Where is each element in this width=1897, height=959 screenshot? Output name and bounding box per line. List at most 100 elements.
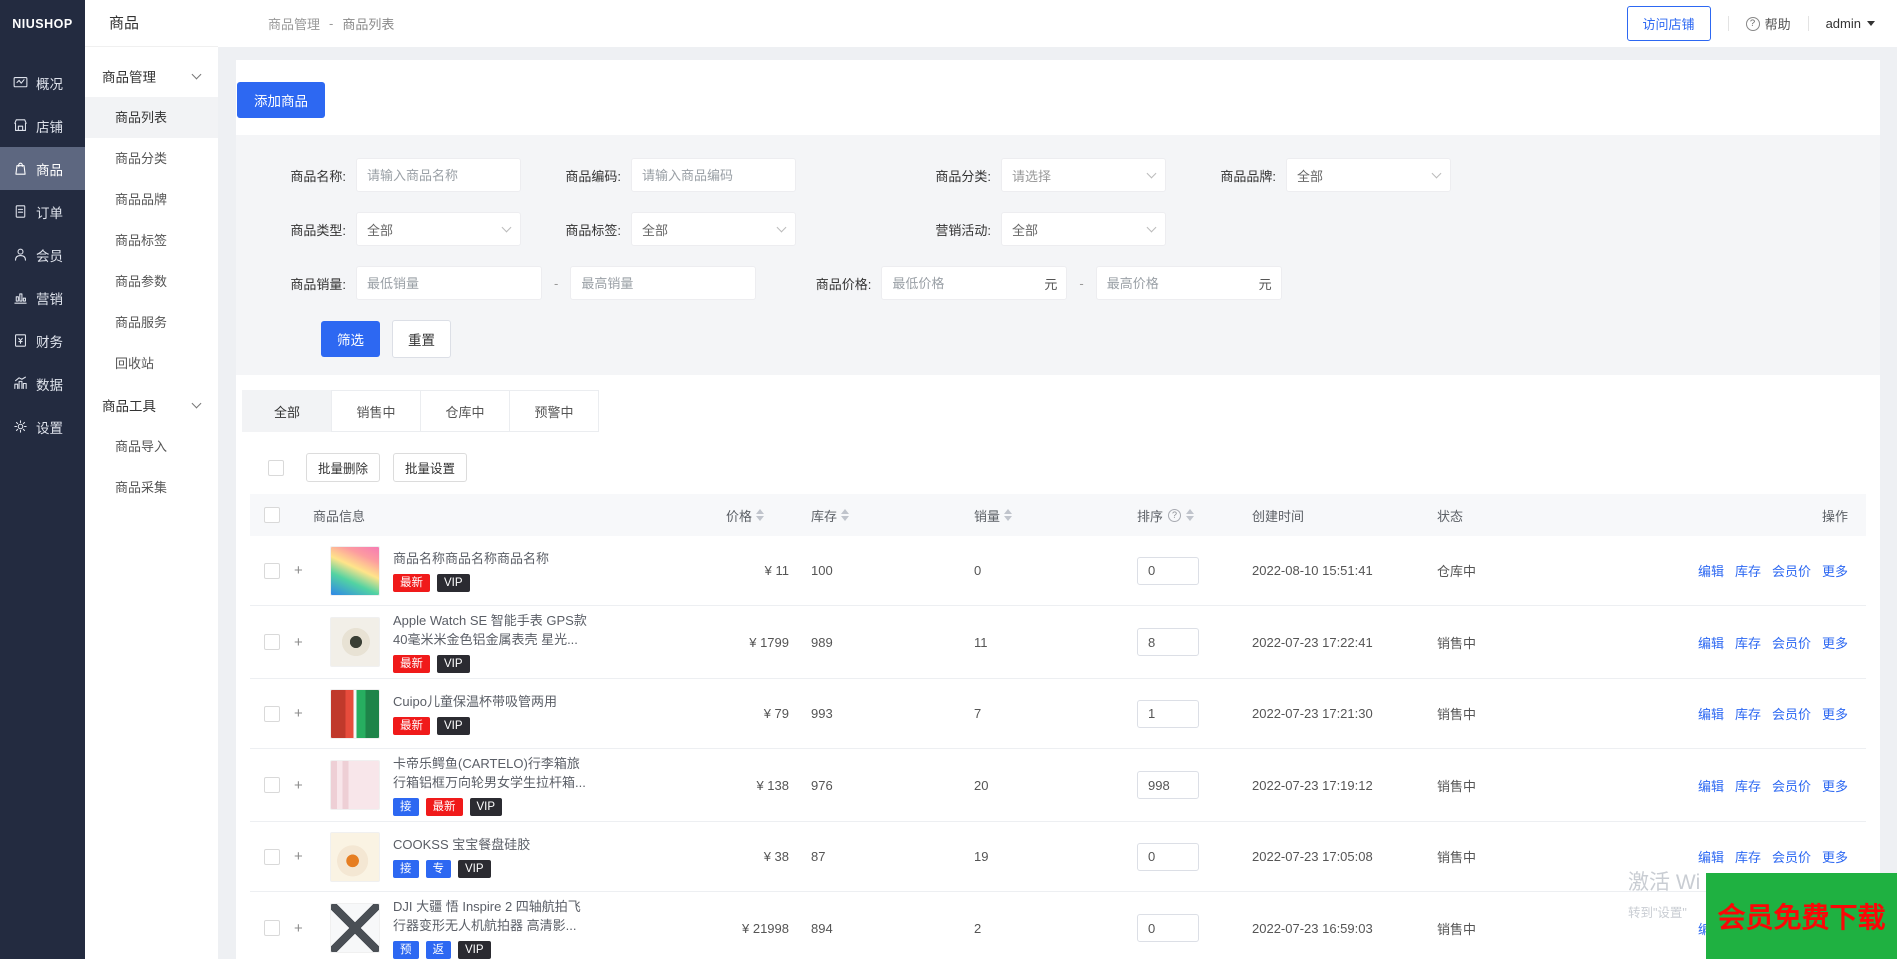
more-link[interactable]: 更多 [1822,847,1848,866]
goods-name-input[interactable] [356,158,521,192]
header-price[interactable]: 价格 [726,506,811,525]
row-expand-button[interactable]: + [294,705,330,722]
more-link[interactable]: 更多 [1822,633,1848,652]
row-expand-button[interactable]: + [294,634,330,651]
member-price-link[interactable]: 会员价 [1772,776,1811,795]
row-checkbox[interactable] [264,777,280,793]
member-price-link[interactable]: 会员价 [1772,561,1811,580]
min-price-input[interactable] [881,266,1068,300]
edit-link[interactable]: 编辑 [1698,704,1724,723]
stock-link[interactable]: 库存 [1735,847,1761,866]
stock-link[interactable]: 库存 [1735,776,1761,795]
batch-set-button[interactable]: 批量设置 [393,453,468,482]
stock-link[interactable]: 库存 [1735,561,1761,580]
stock-link[interactable]: 库存 [1735,633,1761,652]
goods-code-input[interactable] [631,158,796,192]
more-link[interactable]: 更多 [1822,704,1848,723]
sort-input[interactable] [1137,699,1199,728]
sort-input[interactable] [1137,842,1199,871]
min-sales-input[interactable] [356,266,542,300]
menu-item-goods-tag[interactable]: 商品标签 [85,220,218,261]
menu-item-goods-category[interactable]: 商品分类 [85,138,218,179]
visit-shop-button[interactable]: 访问店铺 [1626,6,1711,41]
sidebar-item-settings[interactable]: 设置 [0,405,85,448]
header-sort[interactable]: 排序 ? [1137,506,1252,525]
row-checkbox[interactable] [264,705,280,722]
max-sales-input[interactable] [570,266,757,300]
row-expand-button[interactable]: + [294,562,330,579]
sort-carets-icon[interactable] [1004,509,1013,521]
menu-item-goods-import[interactable]: 商品导入 [85,426,218,467]
menu-group-goods-manage[interactable]: 商品管理 [85,55,218,97]
sort-carets-icon[interactable] [756,509,765,521]
header-checkbox[interactable] [264,507,280,523]
tab-all[interactable]: 全部 [242,390,332,432]
goods-brand-select[interactable]: 全部 [1286,158,1451,192]
select-all-checkbox[interactable] [268,459,284,476]
goods-tag-select[interactable]: 全部 [631,212,796,246]
max-price-input[interactable] [1095,266,1282,300]
sidebar-item-shop[interactable]: 店铺 [0,104,85,147]
help-button[interactable]: ? 帮助 [1745,14,1791,33]
more-link[interactable]: 更多 [1822,561,1848,580]
menu-item-goods-service[interactable]: 商品服务 [85,302,218,343]
row-expand-button[interactable]: + [294,848,330,865]
breadcrumb-section[interactable]: 商品管理 [268,14,320,33]
more-link[interactable]: 更多 [1822,776,1848,795]
sidebar-item-data[interactable]: 数据 [0,362,85,405]
product-name[interactable]: Cuipo儿童保温杯带吸管两用 [393,692,557,711]
menu-item-goods-param[interactable]: 商品参数 [85,261,218,302]
stock-link[interactable]: 库存 [1735,704,1761,723]
goods-type-select[interactable]: 全部 [356,212,521,246]
header-stock[interactable]: 库存 [811,506,974,525]
product-name[interactable]: Apple Watch SE 智能手表 GPS款 40毫米米金色铝金属表壳 星光.… [393,611,587,649]
menu-item-goods-list[interactable]: 商品列表 [85,97,218,138]
sort-input[interactable] [1137,556,1199,585]
filter-reset-button[interactable]: 重置 [392,320,451,358]
row-checkbox[interactable] [264,920,280,936]
row-expand-button[interactable]: + [294,920,330,937]
member-price-link[interactable]: 会员价 [1772,633,1811,652]
filter-submit-button[interactable]: 筛选 [321,321,380,357]
member-download-banner[interactable]: 会员免费下载 [1706,873,1897,959]
edit-link[interactable]: 编辑 [1698,776,1724,795]
sort-carets-icon[interactable] [1186,509,1195,521]
header-sales[interactable]: 销量 [974,506,1137,525]
menu-item-recycle-bin[interactable]: 回收站 [85,343,218,384]
sidebar-item-marketing[interactable]: 营销 [0,276,85,319]
user-menu[interactable]: admin [1826,16,1875,31]
sort-input[interactable] [1137,628,1199,656]
question-circle-icon[interactable]: ? [1168,508,1182,522]
row-expand-button[interactable]: + [294,777,330,794]
sort-carets-icon[interactable] [841,509,850,521]
edit-link[interactable]: 编辑 [1698,561,1724,580]
tab-warning[interactable]: 预警中 [509,390,599,432]
tab-on-sale[interactable]: 销售中 [331,390,421,432]
tab-in-warehouse[interactable]: 仓库中 [420,390,510,432]
row-checkbox[interactable] [264,848,280,865]
product-name[interactable]: 卡帝乐鳄鱼(CARTELO)行李箱旅 行箱铝框万向轮男女学生拉杆箱... [393,754,586,792]
product-name[interactable]: DJI 大疆 悟 Inspire 2 四轴航拍飞 行器变形无人机航拍器 高清影..… [393,897,581,935]
row-checkbox[interactable] [264,634,280,650]
menu-item-goods-collect[interactable]: 商品采集 [85,467,218,508]
edit-link[interactable]: 编辑 [1698,847,1724,866]
add-goods-button[interactable]: 添加商品 [237,82,325,118]
edit-link[interactable]: 编辑 [1698,633,1724,652]
sort-input[interactable] [1137,771,1199,799]
product-name[interactable]: COOKSS 宝宝餐盘硅胶 [393,835,530,854]
product-name[interactable]: 商品名称商品名称商品名称 [393,549,549,568]
menu-group-goods-tools[interactable]: 商品工具 [85,384,218,426]
goods-category-select[interactable]: 请选择 [1001,158,1166,192]
sidebar-item-finance[interactable]: 财务 [0,319,85,362]
member-price-link[interactable]: 会员价 [1772,847,1811,866]
row-checkbox[interactable] [264,562,280,579]
member-price-link[interactable]: 会员价 [1772,704,1811,723]
batch-delete-button[interactable]: 批量删除 [306,453,381,482]
sidebar-item-overview[interactable]: 概况 [0,61,85,104]
sort-input[interactable] [1137,914,1199,942]
sidebar-item-goods[interactable]: 商品 [0,147,85,190]
sidebar-item-orders[interactable]: 订单 [0,190,85,233]
sidebar-item-members[interactable]: 会员 [0,233,85,276]
marketing-activity-select[interactable]: 全部 [1001,212,1166,246]
menu-item-goods-brand[interactable]: 商品品牌 [85,179,218,220]
